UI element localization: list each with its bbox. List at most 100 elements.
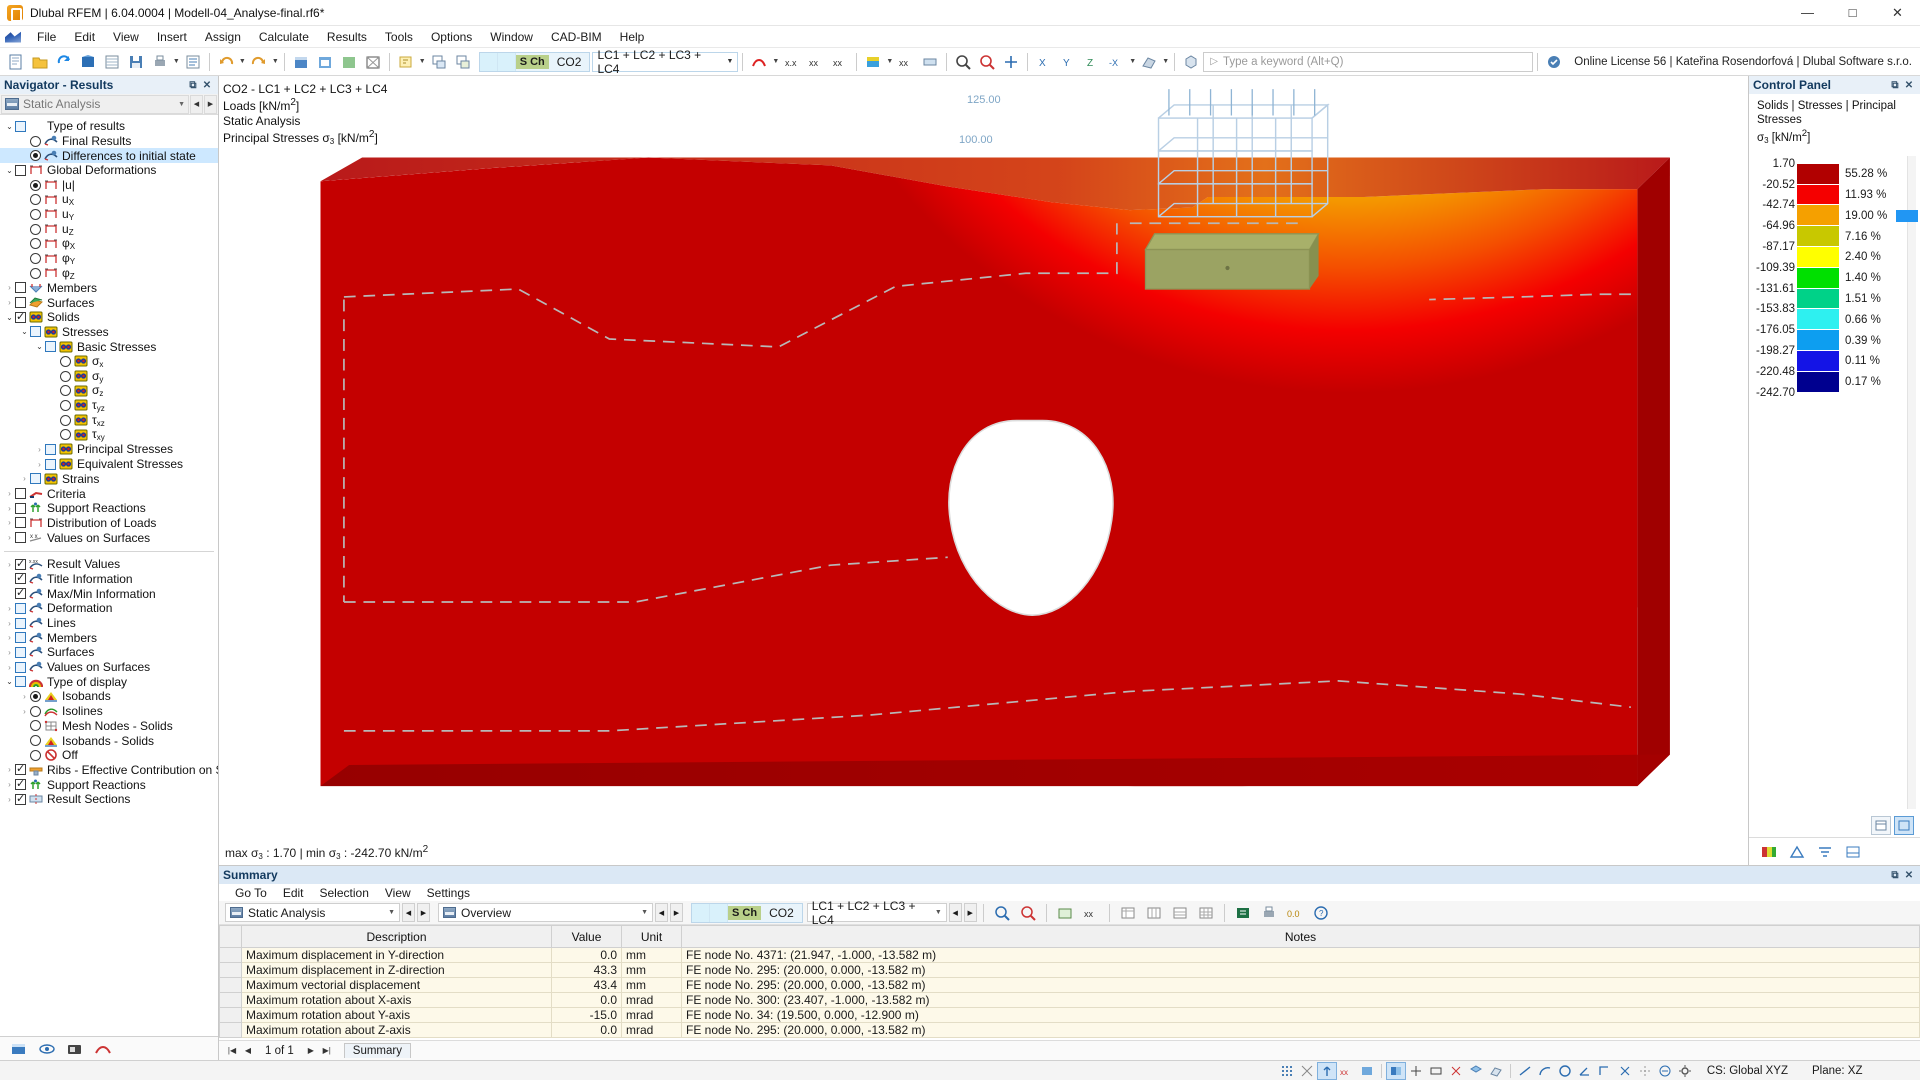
navigator-close-icon[interactable]: ✕ xyxy=(200,80,214,91)
summary-columns-icon[interactable] xyxy=(1142,901,1166,925)
isoband-dropdown-icon[interactable]: ▼ xyxy=(885,50,894,74)
print-dropdown-icon[interactable]: ▼ xyxy=(172,50,181,74)
summary-menu-view[interactable]: View xyxy=(377,885,419,901)
tree-radio[interactable] xyxy=(60,370,71,382)
summary-restore-icon[interactable]: ⧉ xyxy=(1888,870,1902,881)
summary-combination-select[interactable]: LC1 + LC2 + LC3 + LC4 ▼ xyxy=(806,899,947,927)
summary-menu-settings[interactable]: Settings xyxy=(419,885,478,901)
control-panel-tab-colorscale-icon[interactable] xyxy=(1757,841,1781,863)
tree-item[interactable]: › Distribution of Loads xyxy=(0,516,218,531)
chevron-down-icon[interactable]: ▼ xyxy=(726,58,733,65)
load-combination-combo[interactable]: LC1 + LC2 + LC3 + LC4 ▼ xyxy=(592,48,739,76)
tree-radio[interactable] xyxy=(60,429,71,441)
table-cell-notes[interactable]: FE node No. 300: (23.407, -1.000, -13.58… xyxy=(681,992,1920,1008)
tree-checkbox[interactable] xyxy=(15,792,26,805)
control-panel-tab-display-icon[interactable] xyxy=(1841,841,1865,863)
tree-radio[interactable] xyxy=(30,749,41,761)
close-button[interactable]: ✕ xyxy=(1875,0,1920,26)
chevron-right-icon[interactable]: › xyxy=(34,460,45,469)
table-cell-unit[interactable]: mm xyxy=(621,947,682,963)
table-row-number[interactable] xyxy=(219,1022,242,1038)
navigator-tree[interactable]: ⌄ Type of results Final Results Differences… xyxy=(0,115,218,1036)
show-results-icon[interactable] xyxy=(747,50,771,74)
tree-radio[interactable] xyxy=(30,705,41,717)
menu-item-window[interactable]: Window xyxy=(481,28,542,46)
chevron-down-icon[interactable]: ⌄ xyxy=(4,122,15,131)
view-x-icon[interactable]: X xyxy=(1032,50,1056,74)
minimize-button[interactable]: — xyxy=(1785,0,1830,26)
chevron-down-icon[interactable]: ▼ xyxy=(925,909,942,916)
chevron-down-icon[interactable]: ▼ xyxy=(631,909,648,916)
chevron-down-icon[interactable]: ⌄ xyxy=(4,166,15,175)
table-row-number[interactable] xyxy=(219,992,242,1008)
loadcase-dropdown-icon[interactable]: ▼ xyxy=(418,50,427,74)
status-circle-icon[interactable] xyxy=(1555,1062,1575,1080)
tree-checkbox[interactable] xyxy=(30,326,41,338)
tree-item[interactable]: Final Results xyxy=(0,134,218,149)
legend-band[interactable] xyxy=(1797,267,1839,289)
model-icon[interactable] xyxy=(76,50,100,74)
table-row[interactable]: Maximum displacement in Y-direction 0.0 mm… xyxy=(219,947,1920,963)
tree-checkbox[interactable] xyxy=(15,777,26,791)
status-rect-icon[interactable] xyxy=(1426,1062,1446,1080)
table-cell-unit[interactable]: mm xyxy=(621,977,682,993)
tree-item[interactable]: σz xyxy=(0,383,218,398)
status-cross-icon[interactable] xyxy=(1446,1062,1466,1080)
navigator-display-tab-icon[interactable] xyxy=(34,1039,60,1059)
tree-item[interactable]: ⌄ Type of display xyxy=(0,674,218,689)
table-row-number[interactable] xyxy=(219,977,242,993)
table-row[interactable]: Maximum vectorial displacement 43.4 mm FE n… xyxy=(219,977,1920,993)
load-combination-selector[interactable]: S Ch CO2 xyxy=(478,51,591,72)
chevron-down-icon[interactable]: ⌄ xyxy=(4,313,15,322)
menu-item-assign[interactable]: Assign xyxy=(196,28,250,46)
tree-checkbox[interactable] xyxy=(15,571,26,585)
status-angle-icon[interactable] xyxy=(1575,1062,1595,1080)
tree-checkbox[interactable] xyxy=(15,532,26,544)
copy-loadcase-icon[interactable] xyxy=(451,50,475,74)
tree-item[interactable]: › Values on Surfaces xyxy=(0,660,218,675)
sections-icon[interactable] xyxy=(918,50,942,74)
tree-item[interactable]: › Principal Stresses xyxy=(0,442,218,457)
show-results-dropdown-icon[interactable]: ▼ xyxy=(771,50,780,74)
search-input[interactable]: ▷ Type a keyword (Alt+Q) xyxy=(1203,51,1534,72)
status-select-icon[interactable] xyxy=(1385,1061,1406,1080)
open-file-icon[interactable] xyxy=(28,50,52,74)
undo-icon[interactable] xyxy=(214,50,238,74)
tree-item[interactable]: uY xyxy=(0,207,218,222)
summary-rows-icon[interactable] xyxy=(1168,901,1192,925)
summary-view-select[interactable]: Overview ▼ xyxy=(438,903,653,922)
status-clear-icon[interactable] xyxy=(1655,1062,1675,1080)
menu-item-results[interactable]: Results xyxy=(318,28,376,46)
tree-item[interactable]: Max/Min Information xyxy=(0,586,218,601)
tree-item[interactable]: τxy xyxy=(0,427,218,442)
navigator-results-tab-icon[interactable] xyxy=(90,1039,116,1059)
legend-band[interactable] xyxy=(1797,330,1839,351)
result-diagram-icon[interactable]: xx xyxy=(804,50,828,74)
tree-checkbox[interactable] xyxy=(15,282,26,294)
table-cell-notes[interactable]: FE node No. 34: (19.500, 0.000, -12.900 … xyxy=(681,1007,1920,1023)
table-cell-description[interactable]: Maximum rotation about Y-axis xyxy=(241,1007,552,1023)
control-panel-tab-factors-icon[interactable] xyxy=(1785,841,1809,863)
tree-item[interactable]: ⌄ Global Deformations xyxy=(0,163,218,178)
tree-checkbox[interactable] xyxy=(15,676,26,688)
summary-tab-summary[interactable]: Summary xyxy=(343,1043,411,1058)
legend-band[interactable] xyxy=(1797,226,1839,248)
table-cell-notes[interactable]: FE node No. 295: (20.000, 0.000, -13.582… xyxy=(681,977,1920,993)
table-icon[interactable] xyxy=(100,50,124,74)
summary-col-unit[interactable]: Unit xyxy=(621,925,682,948)
tree-radio[interactable] xyxy=(30,179,41,191)
stress-legend[interactable]: 1.70 -20.52 -42.74 -64.96 -87.17 -109.39 -131.… xyxy=(1749,152,1920,813)
tree-radio[interactable] xyxy=(30,253,41,265)
summary-analysis-next[interactable]: ▶ xyxy=(417,903,430,922)
status-settings-icon[interactable] xyxy=(1675,1062,1695,1080)
status-plane-icon[interactable] xyxy=(1486,1062,1506,1080)
tree-item[interactable]: Mesh Nodes - Solids xyxy=(0,719,218,734)
model-viewport[interactable]: CO2 - LC1 + LC2 + LC3 + LC4 Loads [kN/m2… xyxy=(219,76,1748,865)
tree-checkbox[interactable] xyxy=(15,488,26,500)
values-surfaces-icon[interactable]: xx xyxy=(894,50,918,74)
table-row[interactable]: Maximum displacement in Z-direction 43.3 m… xyxy=(219,962,1920,978)
tree-radio[interactable] xyxy=(30,735,41,747)
tree-item[interactable]: ⌄ Basic Stresses xyxy=(0,339,218,354)
chevron-right-icon[interactable]: › xyxy=(4,560,15,569)
tree-item[interactable]: Differences to initial state xyxy=(0,148,218,164)
